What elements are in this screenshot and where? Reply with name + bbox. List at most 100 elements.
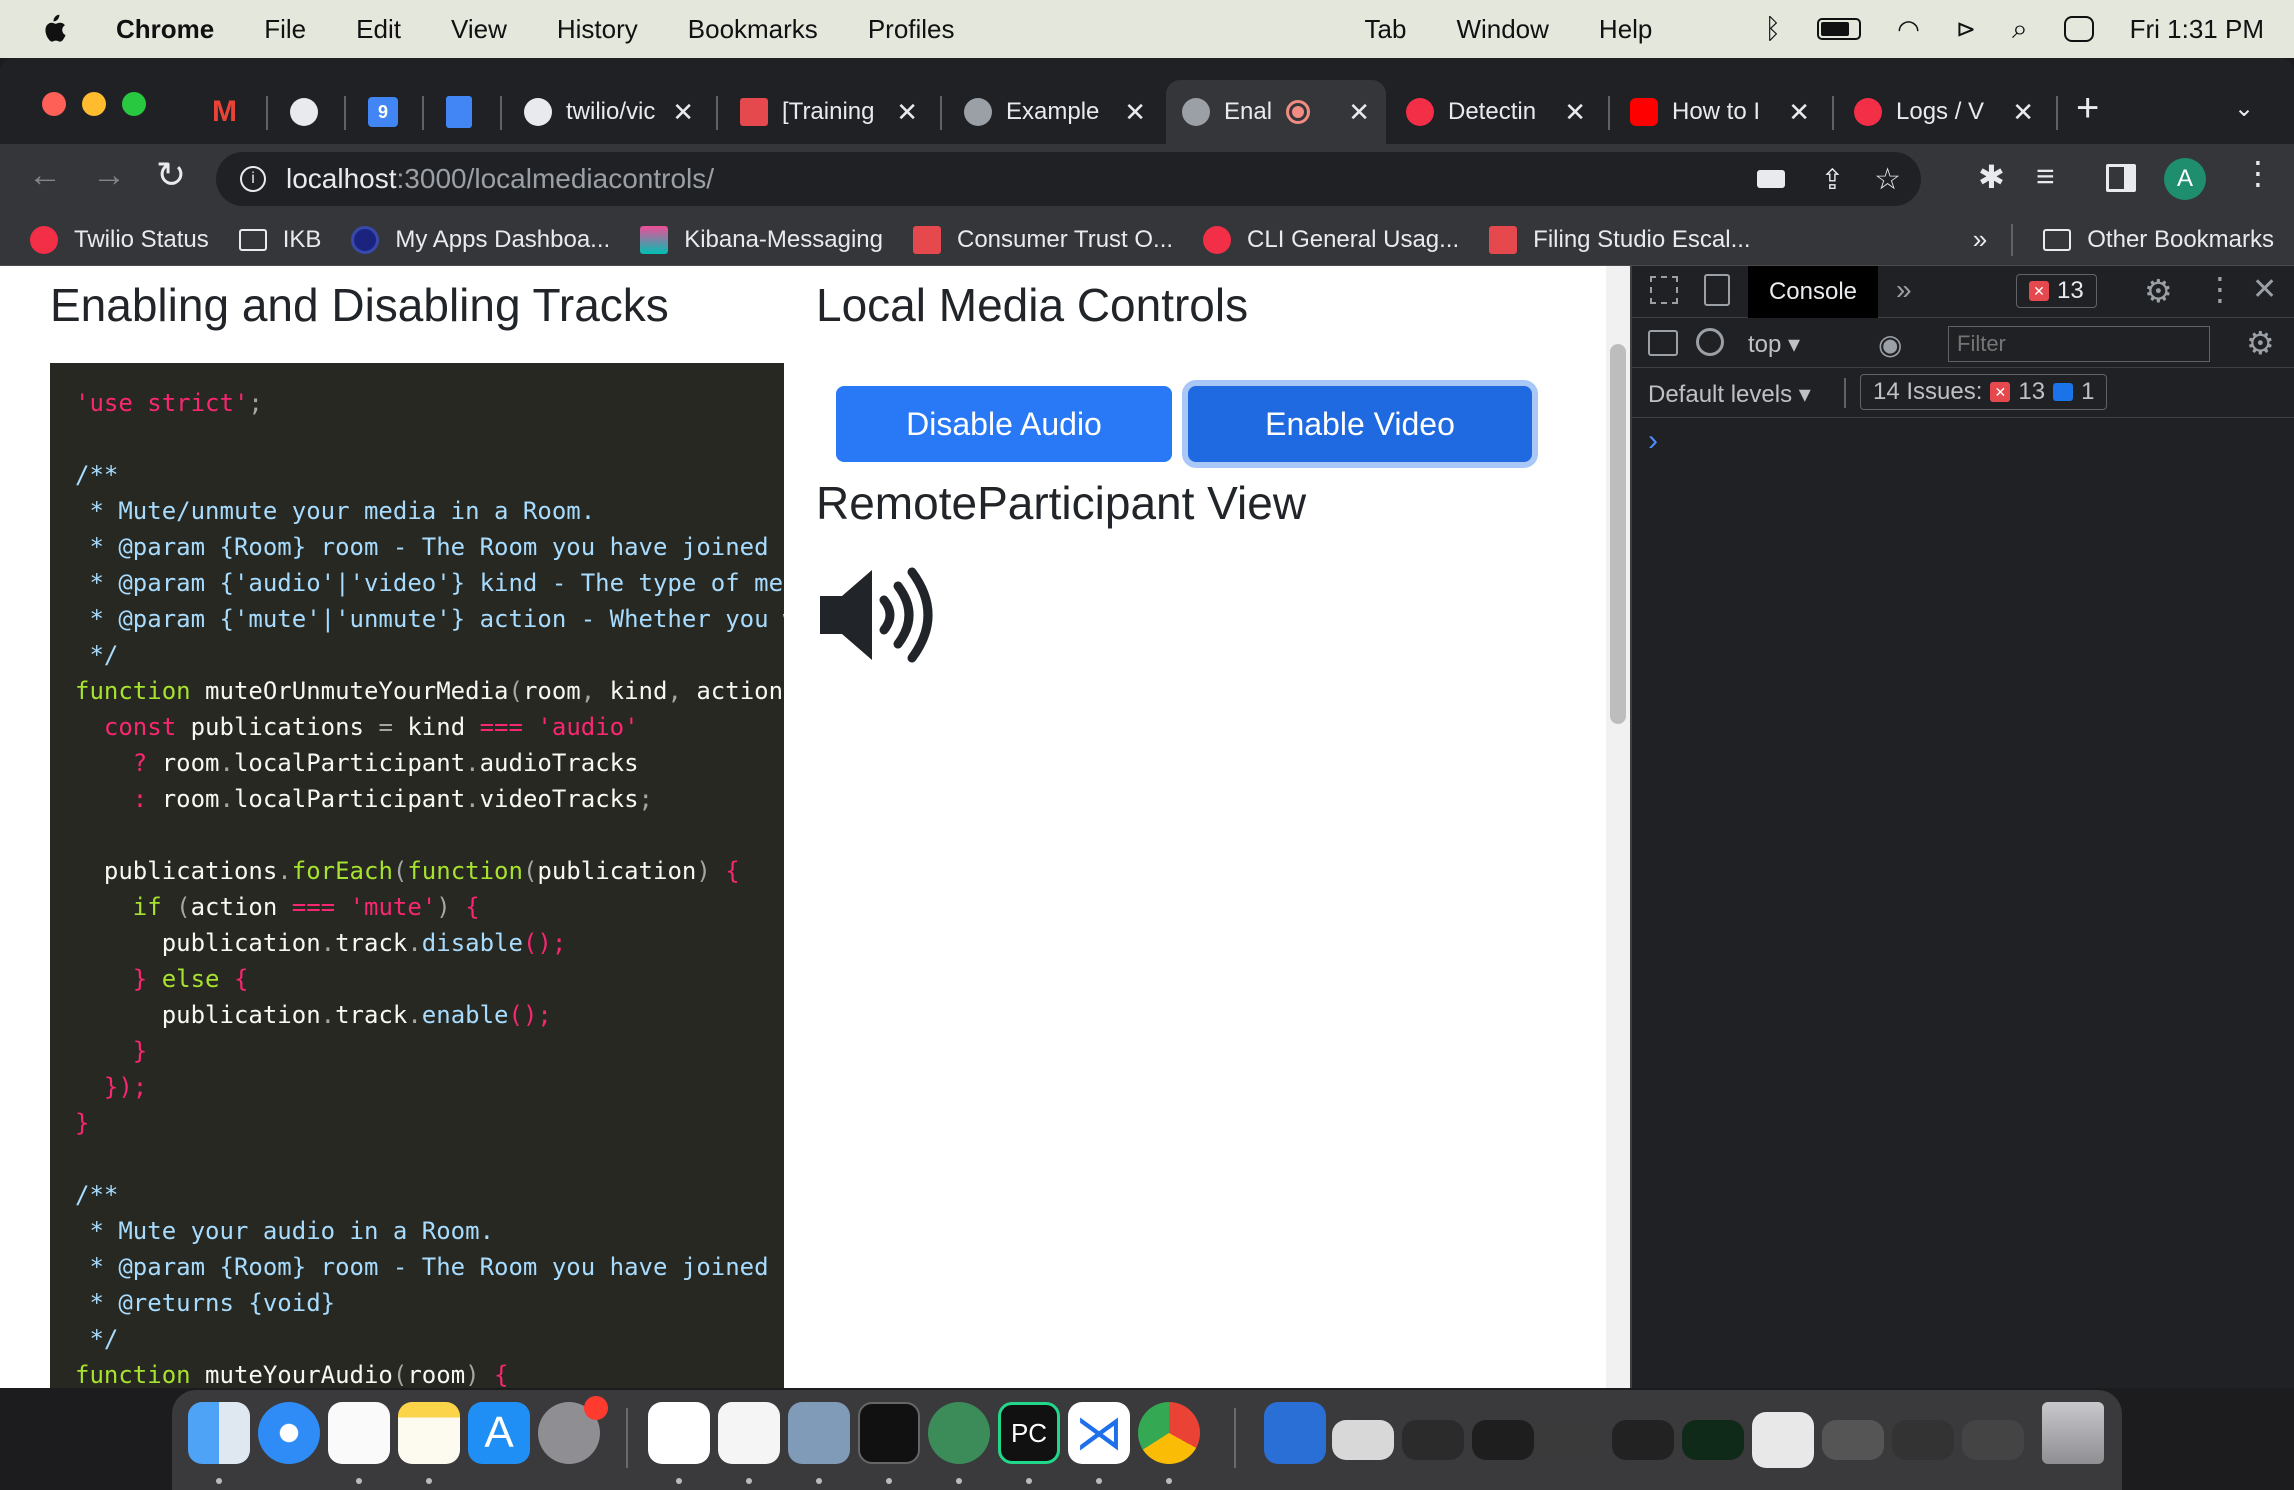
close-tab-icon[interactable]: ✕ xyxy=(1348,97,1370,128)
more-tabs-icon[interactable]: » xyxy=(1896,274,1912,306)
minimized-window-thumbnail[interactable] xyxy=(1962,1420,2024,1460)
finder-icon[interactable] xyxy=(188,1402,250,1464)
media-queue-icon[interactable]: ≡ xyxy=(2036,158,2055,195)
close-tab-icon[interactable]: ✕ xyxy=(1564,97,1586,128)
clock[interactable]: Fri 1:31 PM xyxy=(2130,14,2264,45)
close-tab-icon[interactable]: ✕ xyxy=(1788,97,1810,128)
xcode-icon[interactable] xyxy=(1264,1402,1326,1464)
menu-view[interactable]: View xyxy=(451,14,507,45)
devtools-menu-kebab-icon[interactable]: ⋮ xyxy=(2204,270,2236,308)
spotlight-search-icon[interactable]: ⌕ xyxy=(2012,13,2028,46)
tab-search-chevron-down-icon[interactable]: ⌄ xyxy=(2234,94,2254,123)
terminal-icon[interactable] xyxy=(858,1402,920,1464)
console-prompt[interactable]: › xyxy=(1648,424,1658,458)
bookmark-star-icon[interactable]: ☆ xyxy=(1874,162,1901,197)
bookmark-my-apps[interactable]: My Apps Dashboa... xyxy=(351,225,610,254)
tab-training[interactable]: [Training ✕ xyxy=(724,80,934,144)
menu-tab[interactable]: Tab xyxy=(1365,14,1407,45)
extensions-puzzle-icon[interactable]: ✱ xyxy=(1978,158,2005,196)
pycharm-icon[interactable]: PC xyxy=(998,1402,1060,1464)
inspect-element-icon[interactable] xyxy=(1650,276,1678,304)
close-tab-icon[interactable]: ✕ xyxy=(896,97,918,128)
page-scrollbar-thumb[interactable] xyxy=(1610,344,1626,724)
share-icon[interactable]: ⇪ xyxy=(1821,163,1844,196)
tab-example[interactable]: Example ✕ xyxy=(948,80,1162,144)
bookmark-consumer-trust[interactable]: Consumer Trust O... xyxy=(912,225,1173,254)
bookmark-kibana[interactable]: Kibana-Messaging xyxy=(640,225,883,254)
tab-active[interactable]: Enal ✕ xyxy=(1166,80,1386,144)
disable-audio-button[interactable]: Disable Audio xyxy=(836,386,1172,462)
safari-icon[interactable] xyxy=(258,1402,320,1464)
close-tab-icon[interactable]: ✕ xyxy=(672,97,694,128)
zoom-window-button[interactable] xyxy=(122,92,146,116)
tab-gmail[interactable]: M xyxy=(196,80,260,144)
profile-avatar[interactable]: A xyxy=(2164,158,2206,200)
clear-console-icon[interactable] xyxy=(1696,328,1724,356)
chrome-icon[interactable] xyxy=(1138,1402,1200,1464)
minimized-window-thumbnail[interactable] xyxy=(1752,1412,1814,1468)
close-window-button[interactable] xyxy=(42,92,66,116)
notes-icon[interactable] xyxy=(398,1402,460,1464)
tab-docs[interactable] xyxy=(430,80,494,144)
bookmark-cli-general[interactable]: CLI General Usag... xyxy=(1203,225,1459,254)
site-info-icon[interactable]: i xyxy=(240,166,266,192)
trash-icon[interactable] xyxy=(2042,1402,2104,1464)
side-panel-icon[interactable] xyxy=(2106,164,2136,192)
minimize-window-button[interactable] xyxy=(82,92,106,116)
minimized-window-thumbnail[interactable] xyxy=(1402,1420,1464,1460)
atom-icon[interactable] xyxy=(928,1402,990,1464)
reload-icon[interactable]: ↻ xyxy=(156,154,186,196)
tab-tool[interactable] xyxy=(274,80,338,144)
device-toolbar-icon[interactable] xyxy=(1704,274,1730,306)
show-sidebar-icon[interactable] xyxy=(1648,330,1678,356)
preview-icon[interactable] xyxy=(788,1402,850,1464)
tab-calendar[interactable]: 9 xyxy=(352,80,416,144)
minimized-window-thumbnail[interactable] xyxy=(1542,1420,1604,1460)
enable-video-button[interactable]: Enable Video xyxy=(1188,386,1532,462)
forward-arrow-icon[interactable]: → xyxy=(92,156,126,195)
minimized-window-thumbnail[interactable] xyxy=(1682,1420,1744,1460)
menu-help[interactable]: Help xyxy=(1599,14,1652,45)
error-count-badge[interactable]: ✕ 13 xyxy=(2016,274,2097,308)
tab-youtube[interactable]: How to I ✕ xyxy=(1614,80,1826,144)
back-arrow-icon[interactable]: ← xyxy=(28,156,62,195)
bookmark-filing-studio[interactable]: Filing Studio Escal... xyxy=(1489,225,1751,254)
menu-file[interactable]: File xyxy=(264,14,306,45)
tab-detecting[interactable]: Detectin ✕ xyxy=(1390,80,1602,144)
menu-history[interactable]: History xyxy=(557,14,638,45)
close-tab-icon[interactable]: ✕ xyxy=(2012,97,2034,128)
app-store-icon[interactable]: A xyxy=(468,1402,530,1464)
bookmark-other[interactable]: Other Bookmarks xyxy=(2043,226,2274,254)
menu-window[interactable]: Window xyxy=(1456,14,1548,45)
textedit-icon[interactable] xyxy=(718,1402,780,1464)
apple-icon[interactable] xyxy=(40,14,66,44)
tab-github[interactable]: twilio/vic ✕ xyxy=(508,80,710,144)
chrome-menu-kebab-icon[interactable]: ⋮ xyxy=(2242,154,2274,192)
console-settings-gear-icon[interactable]: ⚙ xyxy=(2246,324,2275,362)
camera-icon[interactable] xyxy=(1756,170,1785,188)
minimized-window-thumbnail[interactable] xyxy=(1892,1420,1954,1460)
address-bar[interactable]: i localhost:3000/localmediacontrols/ ⇪ ☆ xyxy=(216,152,1921,206)
console-filter-input[interactable] xyxy=(1948,326,2210,362)
settings-gear-icon[interactable]: ⚙ xyxy=(2144,272,2173,310)
menu-app-name[interactable]: Chrome xyxy=(116,14,214,45)
minimized-window-thumbnail[interactable] xyxy=(1332,1420,1394,1460)
new-tab-plus-icon[interactable]: + xyxy=(2076,86,2099,131)
slack-icon[interactable] xyxy=(648,1402,710,1464)
tab-logs[interactable]: Logs / V ✕ xyxy=(1838,80,2050,144)
menu-bookmarks[interactable]: Bookmarks xyxy=(688,14,818,45)
bookmark-ikb[interactable]: IKB xyxy=(238,226,321,254)
minimized-window-thumbnail[interactable] xyxy=(1612,1420,1674,1460)
menu-edit[interactable]: Edit xyxy=(356,14,401,45)
reminders-icon[interactable] xyxy=(328,1402,390,1464)
control-center-icon[interactable] xyxy=(2063,16,2094,42)
minimized-window-thumbnail[interactable] xyxy=(1472,1420,1534,1460)
live-expression-eye-icon[interactable]: ◉ xyxy=(1878,328,1902,361)
context-selector[interactable]: top ▾ xyxy=(1748,330,1800,359)
close-devtools-icon[interactable]: ✕ xyxy=(2252,272,2277,307)
wifi-icon[interactable]: ◠ xyxy=(1897,14,1920,45)
bookmark-twilio-status[interactable]: Twilio Status xyxy=(30,225,209,254)
bookmarks-overflow-chevron[interactable]: » xyxy=(1973,224,1987,255)
play-icon[interactable]: ⊳ xyxy=(1956,15,1976,44)
close-tab-icon[interactable]: ✕ xyxy=(1124,97,1146,128)
